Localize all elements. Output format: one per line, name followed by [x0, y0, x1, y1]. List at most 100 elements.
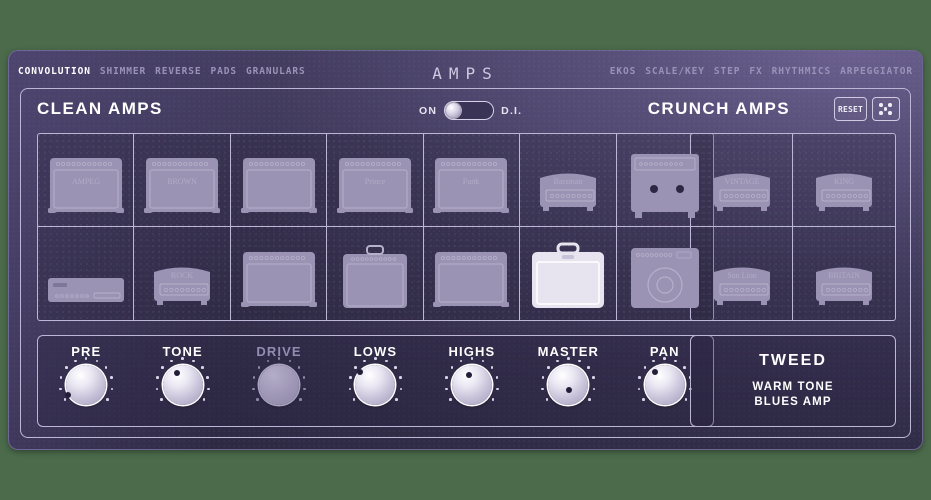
amp-cell[interactable]: BROWN — [134, 134, 230, 227]
amp-cell[interactable]: Funk — [424, 134, 520, 227]
nav-item-fx[interactable]: FX — [749, 66, 762, 77]
nav-item-rhythmics[interactable]: RHYTHMICS — [772, 66, 832, 77]
knob-tick — [363, 360, 366, 363]
knob-tick — [289, 360, 292, 363]
selected-amp-description: WARM TONE BLUES AMP — [752, 380, 833, 410]
amp-thumbnail — [429, 238, 513, 316]
knob-tick — [399, 376, 402, 379]
knob-tone[interactable]: TONE — [138, 344, 228, 419]
knob-dial-group[interactable] — [537, 363, 599, 419]
amp-cell[interactable]: Prince — [327, 134, 423, 227]
knob-dial-group[interactable] — [634, 363, 696, 419]
svg-text:KING: KING — [834, 177, 854, 186]
knob-tick — [206, 376, 209, 379]
amp-cell[interactable]: AMPEG — [38, 134, 134, 227]
knob-tick — [644, 366, 647, 369]
crunch-amps-grid[interactable]: VINTAGE KING Sun LionBRITAIN — [690, 133, 896, 321]
knob-indicator — [65, 392, 71, 398]
knob-tick — [449, 398, 452, 401]
knob-tick — [395, 398, 398, 401]
amp-thumbnail: ROCK — [140, 238, 224, 316]
knob-tick — [578, 360, 581, 363]
knob-tick — [385, 360, 388, 363]
knob-dial[interactable] — [645, 365, 685, 405]
knob-dial[interactable] — [452, 365, 492, 405]
knob-tick — [349, 388, 352, 391]
knob-tick — [161, 366, 164, 369]
knob-tick — [299, 398, 302, 401]
amp-cell[interactable]: Bassman — [520, 134, 616, 227]
knob-dial[interactable] — [66, 365, 106, 405]
reset-button[interactable]: RESET — [834, 97, 867, 121]
knob-drive[interactable]: DRIVE — [234, 344, 324, 419]
knob-dial-group[interactable] — [441, 363, 503, 419]
knob-tick — [491, 366, 494, 369]
knob-pre[interactable]: PRE — [41, 344, 131, 419]
dice-five-icon[interactable] — [872, 97, 900, 121]
amp-cell[interactable]: KING — [793, 134, 895, 227]
knob-tick — [451, 366, 454, 369]
knob-tick — [567, 357, 570, 360]
knob-indicator — [466, 372, 472, 378]
knob-tick — [353, 398, 356, 401]
input-toggle[interactable]: ON D.I. — [419, 101, 522, 120]
nav-item-scale-key[interactable]: SCALE/KEY — [645, 66, 705, 77]
knob-tick — [60, 376, 63, 379]
knob-panel: PRETONEDRIVELOWSHIGHSMASTERPAN — [37, 335, 714, 427]
amp-thumbnail — [623, 144, 707, 222]
amp-cell[interactable] — [327, 227, 423, 320]
knob-tick — [201, 366, 204, 369]
svg-text:AMPEG: AMPEG — [72, 177, 100, 186]
amp-thumbnail: Prince — [333, 144, 417, 222]
knob-lows[interactable]: LOWS — [330, 344, 420, 419]
knob-tick — [683, 366, 686, 369]
knob-tick — [170, 360, 173, 363]
amp-cell[interactable] — [231, 227, 327, 320]
amp-thumbnail: VINTAGE — [700, 144, 784, 222]
knob-tick — [663, 357, 666, 360]
knob-dial-group[interactable] — [55, 363, 117, 419]
knob-dial[interactable] — [259, 365, 299, 405]
nav-item-arpeggiator[interactable]: ARPEGGIATOR — [840, 66, 913, 77]
knob-dial-group[interactable] — [152, 363, 214, 419]
knob-tick — [638, 376, 641, 379]
knob-tick — [541, 388, 544, 391]
nav-item-ekos[interactable]: EKOS — [610, 66, 636, 77]
toggle-switch[interactable] — [444, 101, 494, 120]
knob-master[interactable]: MASTER — [523, 344, 613, 419]
knob-dial-group[interactable] — [344, 363, 406, 419]
amp-cell[interactable] — [424, 227, 520, 320]
amp-thumbnail: Sun Lion — [700, 238, 784, 316]
knob-dial[interactable] — [163, 365, 203, 405]
knob-tick — [374, 357, 377, 360]
clean-amps-grid[interactable]: AMPEG BROWN PrinceFunkBassman ROCK — [37, 133, 714, 321]
amp-cell[interactable]: Sun Lion — [691, 227, 793, 320]
reset-button-label: RESET — [838, 105, 863, 114]
amp-cell[interactable]: ROCK — [134, 227, 230, 320]
knob-dial-group[interactable] — [248, 363, 310, 419]
knob-tick — [445, 388, 448, 391]
knob-tick — [592, 376, 595, 379]
knob-tick — [74, 360, 77, 363]
amp-cell[interactable] — [231, 134, 327, 227]
selected-amp-desc-line1: WARM TONE — [752, 380, 833, 395]
nav-item-step[interactable]: STEP — [714, 66, 740, 77]
knob-tick — [546, 398, 549, 401]
amp-cell[interactable] — [520, 227, 616, 320]
amp-thumbnail: BRITAIN — [802, 238, 886, 316]
toggle-knob — [446, 103, 461, 118]
knob-dial[interactable] — [548, 365, 588, 405]
nav-right-group: EKOS SCALE/KEY STEP FX RHYTHMICS ARPEGGIATOR — [610, 66, 913, 77]
crunch-amps-header: CRUNCH AMPS — [648, 99, 790, 119]
knob-tick — [111, 388, 114, 391]
knob-tick — [156, 388, 159, 391]
amp-cell[interactable]: BRITAIN — [793, 227, 895, 320]
amp-thumbnail — [623, 238, 707, 316]
amp-cell[interactable] — [38, 227, 134, 320]
dice-pip — [879, 103, 883, 107]
toggle-on-label: ON — [419, 105, 437, 117]
knob-highs[interactable]: HIGHS — [427, 344, 517, 419]
amp-thumbnail: BROWN — [140, 144, 224, 222]
amp-cell[interactable]: VINTAGE — [691, 134, 793, 227]
knob-tick — [252, 388, 255, 391]
